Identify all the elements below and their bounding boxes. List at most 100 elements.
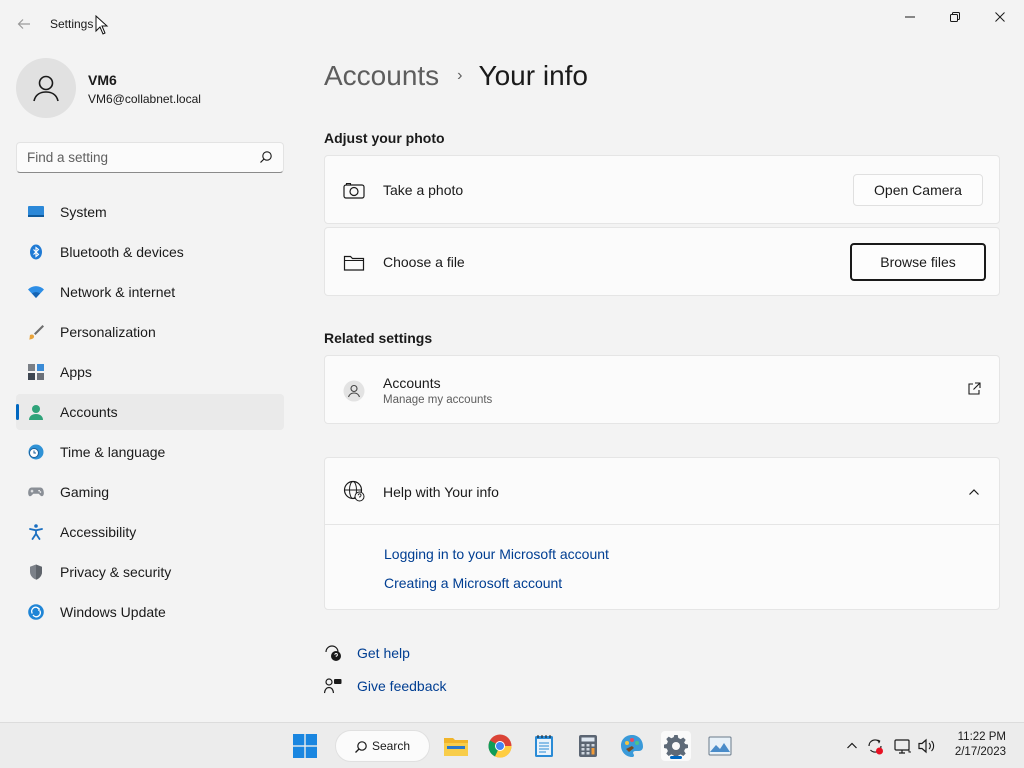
sidebar-item-system[interactable]: System [16, 194, 284, 230]
sidebar-item-label: Bluetooth & devices [60, 244, 184, 260]
external-link-icon [967, 382, 981, 401]
brush-icon [28, 324, 44, 340]
help-link-creating-account[interactable]: Creating a Microsoft account [384, 575, 562, 591]
user-silhouette-icon [33, 75, 59, 102]
taskbar-search-label: Search [372, 739, 411, 753]
sidebar-item-time-language[interactable]: Time & language [16, 434, 284, 470]
globe-help-icon [343, 480, 365, 502]
help-title: Help with Your info [383, 484, 499, 500]
avatar[interactable] [16, 58, 76, 118]
taskbar-clock[interactable]: 11:22 PM 2/17/2023 [955, 730, 1006, 760]
restore-button[interactable] [940, 6, 970, 28]
windows-logo-icon [293, 734, 317, 758]
controller-icon [28, 484, 44, 500]
folder-icon [343, 252, 365, 274]
taskbar-search-button[interactable]: Search [335, 730, 430, 762]
related-settings-heading: Related settings [324, 330, 433, 346]
sidebar-item-label: Personalization [60, 324, 156, 340]
user-email: VM6@collabnet.local [88, 92, 201, 106]
help-header[interactable]: Help with Your info [325, 458, 999, 524]
notepad-icon[interactable] [529, 731, 559, 761]
sidebar-item-label: Accessibility [60, 524, 137, 540]
volume-icon[interactable] [918, 735, 936, 757]
calculator-icon[interactable] [573, 731, 603, 761]
restore-icon [950, 12, 960, 22]
sidebar-item-bluetooth[interactable]: Bluetooth & devices [16, 234, 284, 270]
photos-icon[interactable] [705, 731, 735, 761]
sidebar-nav: System Bluetooth & devices Network & int… [16, 194, 284, 634]
start-button[interactable] [290, 731, 320, 761]
user-name: VM6 [88, 72, 117, 88]
search-box[interactable] [16, 142, 284, 173]
sync-alert-icon[interactable] [866, 735, 884, 757]
settings-window: Settings VM6 VM6@collabnet.local System … [0, 0, 1024, 722]
sidebar-item-privacy[interactable]: Privacy & security [16, 554, 284, 590]
feedback-icon [323, 677, 342, 695]
take-photo-label: Take a photo [383, 182, 464, 198]
sidebar-item-network[interactable]: Network & internet [16, 274, 284, 310]
related-accounts-label: Accounts [383, 375, 441, 391]
file-explorer-icon[interactable] [441, 731, 471, 761]
sidebar-item-personalization[interactable]: Personalization [16, 314, 284, 350]
apps-icon [28, 364, 44, 380]
clock-date: 2/17/2023 [954, 746, 1006, 758]
sidebar-item-gaming[interactable]: Gaming [16, 474, 284, 510]
divider [325, 524, 999, 525]
taskbar: Search 11:22 PM 2/17/2023 [0, 722, 1024, 768]
adjust-photo-heading: Adjust your photo [324, 130, 445, 146]
give-feedback-link[interactable]: Give feedback [357, 678, 447, 694]
chrome-icon[interactable] [485, 731, 515, 761]
account-circle-icon [343, 380, 365, 402]
update-icon [28, 604, 44, 620]
sidebar-item-windows-update[interactable]: Windows Update [16, 594, 284, 630]
chevron-up-icon[interactable] [968, 485, 980, 503]
get-help-icon [324, 644, 342, 662]
network-icon[interactable] [894, 735, 912, 757]
breadcrumb: Accounts › Your info [324, 58, 588, 94]
choose-file-label: Choose a file [383, 254, 465, 270]
title-bar: Settings [0, 0, 1024, 48]
close-icon [995, 12, 1005, 22]
take-photo-card: Take a photo Open Camera [324, 155, 1000, 224]
help-link-logging-in[interactable]: Logging in to your Microsoft account [384, 546, 609, 562]
wifi-icon [28, 284, 44, 300]
sidebar-item-apps[interactable]: Apps [16, 354, 284, 390]
bluetooth-icon [28, 244, 44, 260]
settings-taskbar-icon[interactable] [661, 731, 691, 761]
back-button[interactable] [12, 12, 36, 36]
sidebar-item-label: Time & language [60, 444, 166, 460]
back-arrow-icon [17, 19, 30, 29]
minimize-button[interactable] [895, 6, 925, 28]
sidebar-item-label: Windows Update [60, 604, 166, 620]
open-camera-button[interactable]: Open Camera [853, 174, 983, 206]
sidebar-item-label: Gaming [60, 484, 110, 500]
breadcrumb-parent-link[interactable]: Accounts [324, 60, 439, 92]
paint-icon[interactable] [617, 731, 647, 761]
globe-clock-icon [28, 444, 44, 460]
sidebar-item-label: Privacy & security [60, 564, 172, 580]
sidebar-item-accounts[interactable]: Accounts [16, 394, 284, 430]
breadcrumb-chevron-icon: › [457, 67, 463, 84]
minimize-icon [905, 16, 915, 18]
search-icon [260, 151, 272, 163]
sidebar-item-label: Accounts [60, 404, 118, 420]
help-card: Help with Your info Logging in to your M… [324, 457, 1000, 610]
mouse-cursor-icon [95, 14, 109, 40]
choose-file-card: Choose a file Browse files [324, 227, 1000, 296]
monitor-icon [28, 204, 44, 220]
search-input[interactable] [27, 150, 247, 165]
accessibility-icon [28, 524, 44, 540]
sidebar-item-label: Apps [60, 364, 92, 380]
app-title: Settings [50, 17, 94, 31]
sidebar-item-accessibility[interactable]: Accessibility [16, 514, 284, 550]
browse-files-button[interactable]: Browse files [850, 243, 986, 281]
close-button[interactable] [985, 6, 1015, 28]
get-help-link[interactable]: Get help [357, 645, 410, 661]
chevron-up-icon[interactable] [843, 735, 861, 757]
shield-icon [28, 564, 44, 580]
camera-icon [343, 180, 365, 202]
related-accounts-card[interactable]: Accounts Manage my accounts [324, 355, 1000, 424]
sidebar-item-label: Network & internet [60, 284, 176, 300]
search-icon [355, 741, 367, 753]
active-app-indicator [670, 756, 682, 759]
